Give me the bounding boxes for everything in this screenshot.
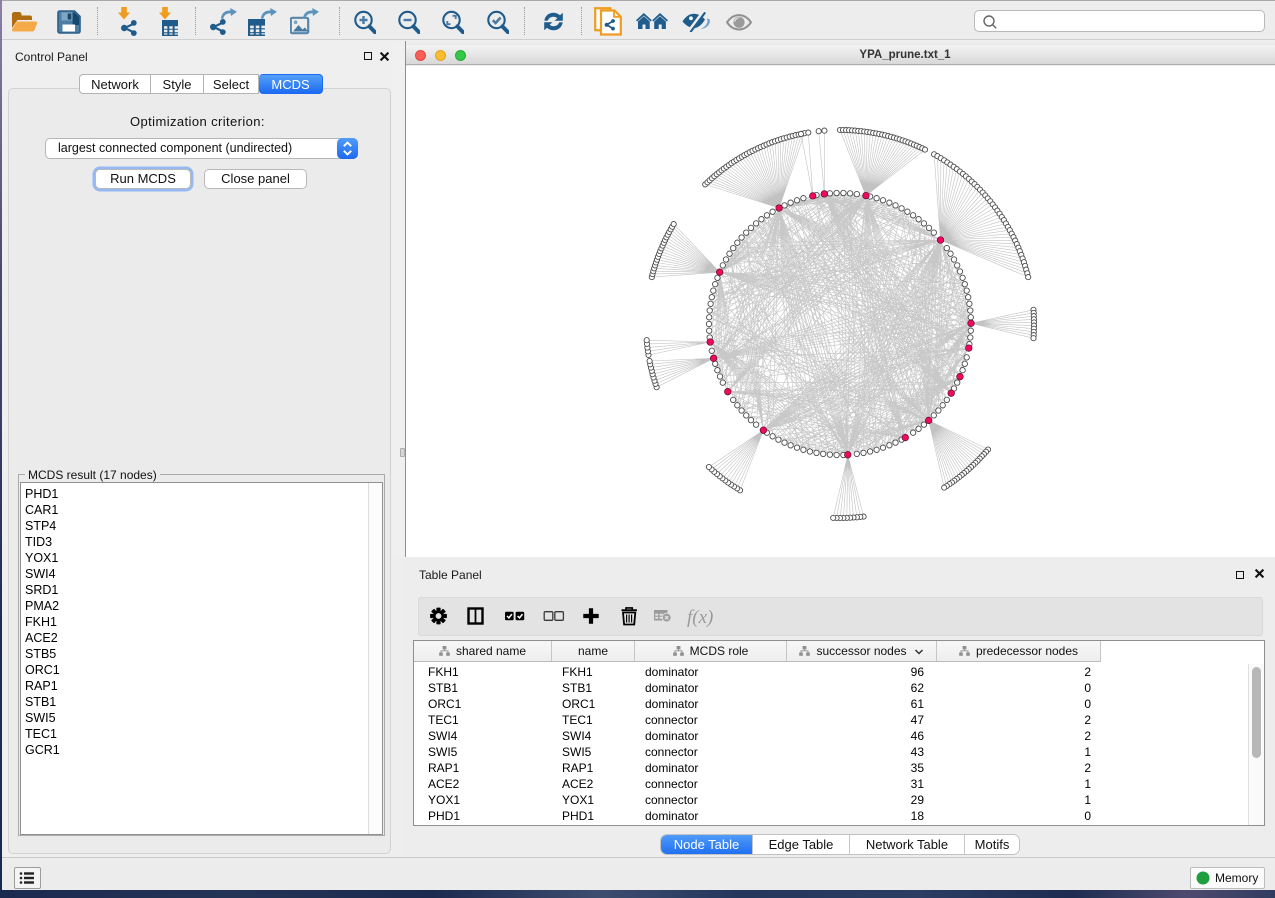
svg-text:f(x): f(x) xyxy=(687,607,713,628)
svg-text:Memory: Memory xyxy=(1215,871,1258,885)
